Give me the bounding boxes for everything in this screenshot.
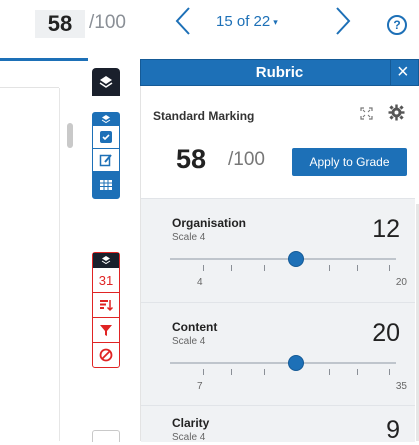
slider-tick bbox=[203, 265, 204, 271]
score-slider-track[interactable] bbox=[170, 258, 396, 260]
slider-ticks bbox=[170, 369, 396, 375]
slider-tick bbox=[231, 265, 232, 271]
caret-down-icon: ▾ bbox=[273, 16, 278, 27]
close-icon[interactable]: × bbox=[397, 60, 409, 85]
criterion-card-organisation: Organisation Scale 4 12 4 20 bbox=[141, 198, 415, 302]
document-edge bbox=[59, 88, 60, 441]
slider-tick bbox=[389, 369, 390, 375]
grade-total: /100 bbox=[89, 12, 126, 33]
rubric-title: Rubric bbox=[255, 64, 304, 81]
slider-tick bbox=[264, 369, 265, 375]
layers-icon[interactable] bbox=[92, 68, 120, 96]
rubric-score: 58 bbox=[176, 144, 207, 174]
score-slider-track[interactable] bbox=[170, 362, 396, 364]
slider-handle[interactable] bbox=[288, 251, 304, 267]
chevron-left-icon[interactable] bbox=[173, 6, 193, 43]
criterion-scale: Scale 4 bbox=[172, 232, 206, 243]
slider-min-label: 4 bbox=[197, 277, 203, 288]
rubric-header: Rubric bbox=[140, 59, 419, 86]
criterion-card-clarity: Clarity Scale 4 9 bbox=[141, 405, 415, 444]
slider-tick bbox=[329, 265, 330, 271]
criterion-card-content: Content Scale 4 20 7 35 bbox=[141, 302, 415, 406]
slider-min-label: 7 bbox=[197, 381, 203, 392]
slider-handle[interactable] bbox=[288, 355, 304, 371]
rubric-header-divider bbox=[390, 59, 391, 86]
criterion-scale: Scale 4 bbox=[172, 336, 206, 347]
block-icon[interactable] bbox=[93, 343, 119, 367]
chevron-right-icon[interactable] bbox=[333, 6, 353, 43]
help-icon[interactable]: ? bbox=[387, 15, 407, 35]
slider-tick bbox=[203, 369, 204, 375]
layers-icon[interactable] bbox=[93, 113, 119, 126]
document-scrollbar[interactable] bbox=[67, 123, 73, 148]
check-box-icon[interactable] bbox=[93, 126, 119, 149]
criterion-name: Organisation bbox=[172, 216, 247, 230]
feedback-toolbar-group: 31 bbox=[92, 252, 120, 368]
criterion-score: 20 bbox=[372, 319, 400, 347]
page-indicator[interactable]: 15 of 22 ▾ bbox=[216, 13, 278, 30]
criterion-score: 12 bbox=[372, 215, 400, 243]
slider-tick bbox=[231, 369, 232, 375]
page-indicator-label: 15 of 22 bbox=[216, 13, 271, 30]
edit-icon[interactable] bbox=[93, 149, 119, 172]
standard-marking-label: Standard Marking bbox=[153, 109, 255, 123]
slider-max-label: 35 bbox=[395, 381, 407, 392]
calendar-icon[interactable]: 31 bbox=[93, 268, 119, 293]
slider-tick bbox=[357, 265, 358, 271]
top-bar: 58 /100 15 of 22 ▾ ? bbox=[0, 0, 419, 50]
expand-icon[interactable] bbox=[360, 107, 373, 123]
document-divider bbox=[0, 87, 59, 88]
sort-descending-icon[interactable] bbox=[93, 293, 119, 318]
slider-tick bbox=[389, 265, 390, 271]
rubric-score-total: /100 bbox=[228, 149, 265, 170]
grade-value[interactable]: 58 bbox=[35, 10, 85, 38]
slider-tick bbox=[329, 369, 330, 375]
gear-icon[interactable] bbox=[388, 104, 405, 126]
slider-tick bbox=[264, 265, 265, 271]
document-top-border bbox=[0, 58, 88, 61]
grid-icon[interactable] bbox=[93, 172, 119, 198]
layers-icon[interactable] bbox=[93, 253, 119, 268]
criterion-name: Clarity bbox=[172, 416, 210, 430]
criterion-scale: Scale 4 bbox=[172, 432, 206, 443]
filter-icon[interactable] bbox=[93, 318, 119, 343]
annotation-toolbar-group bbox=[92, 112, 120, 199]
slider-tick bbox=[357, 369, 358, 375]
slider-ticks bbox=[170, 265, 396, 271]
criterion-name: Content bbox=[172, 320, 218, 334]
apply-to-grade-button[interactable]: Apply to Grade bbox=[292, 148, 407, 176]
slider-max-label: 20 bbox=[395, 277, 407, 288]
toolbar-button-partial[interactable] bbox=[92, 430, 120, 442]
